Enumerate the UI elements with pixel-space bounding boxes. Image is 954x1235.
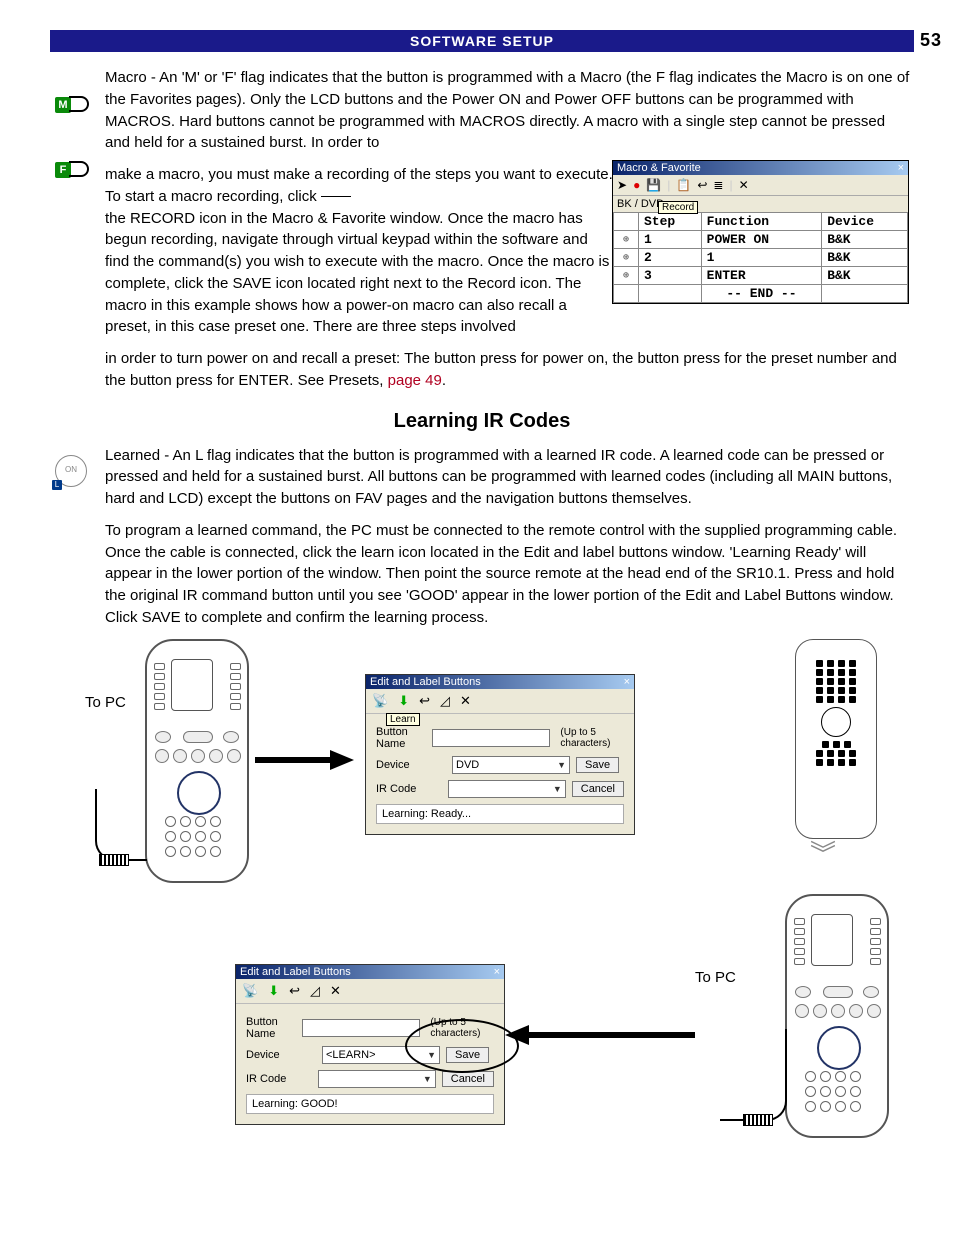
f-flag-icon: F [55,160,95,185]
ir-waves-icon: ︾ [810,834,832,871]
delete-icon[interactable]: ✕ [460,693,471,709]
table-row: ⊕1POWER ONB&K [614,231,908,249]
learn-tooltip: Learn [386,713,420,726]
macro-paragraph-1: Macro - An 'M' or 'F' flag indicates tha… [105,67,914,154]
device-select[interactable]: DVD▼ [452,756,570,774]
macro-paragraph-2a: make a macro, you must make a recording … [105,166,613,205]
cancel-button[interactable]: Cancel [442,1071,494,1087]
page-49-link[interactable]: page 49 [388,372,442,389]
sr-remote-top [145,639,249,883]
button-name-input[interactable] [432,729,550,747]
cable-plug-icon [99,854,129,866]
highlight-circle-icon [405,1019,519,1073]
page-number: 53 [920,30,942,51]
learning-status: Learning: Ready... [376,804,624,824]
copy-icon[interactable]: 📋 [676,178,691,192]
sr-remote-bottom [785,894,889,1138]
close-icon[interactable]: × [898,162,904,174]
table-row: ⊕3ENTERB&K [614,267,908,285]
header-title: SOFTWARE SETUP [410,33,554,49]
callout-line-icon [321,196,351,197]
cancel-button[interactable]: Cancel [572,781,624,797]
paste-icon[interactable]: ↩ [697,178,707,192]
tool-icon[interactable]: ↩ [289,983,300,999]
learned-paragraph-2: To program a learned command, the PC mus… [105,520,914,629]
macro-steps-table: Step Function Device ⊕1POWER ONB&K ⊕21B&… [613,212,908,303]
close-icon[interactable]: × [494,966,500,978]
chevron-down-icon: ▼ [553,784,562,794]
list-icon[interactable]: ≣ [713,178,723,192]
record-tooltip: Record [658,201,698,214]
pointer-icon[interactable]: ➤ [617,178,627,192]
header-bar: SOFTWARE SETUP 53 [50,30,914,52]
tool-icon[interactable]: ↩ [419,693,430,709]
chevron-down-icon: ▼ [557,760,566,770]
chevron-down-icon: ▼ [423,1074,432,1084]
m-flag-icon: M [55,95,95,120]
macro-paragraph-3: in order to turn power on and recall a p… [105,348,914,392]
learned-paragraph-1: Learned - An L flag indicates that the b… [105,445,914,510]
macro-window-toolbar: ➤ ● 💾 | 📋 ↩ ≣ | ✕ [613,175,908,196]
macro-favorite-window: Macro & Favorite × ➤ ● 💾 | 📋 ↩ ≣ | ✕ Rec… [612,160,909,304]
ircode-select[interactable]: ▼ [448,780,566,798]
tool-icon[interactable]: ⬇ [398,693,409,709]
button-name-input[interactable] [302,1019,420,1037]
tool-icon[interactable]: ⬇ [268,983,279,999]
macro-paragraph-2b: the RECORD icon in the Macro & Favorite … [105,210,609,336]
save-button[interactable]: Save [576,757,619,773]
macro-window-titlebar: Macro & Favorite × [613,161,908,175]
tool-icon[interactable]: ◿ [440,693,450,709]
save-icon[interactable]: 💾 [646,178,661,192]
learning-diagram: To PC Edit and Label Buttons× 📡 ⬇ ↩ ◿ ✕ … [105,639,914,1169]
learned-on-icon: ON [55,455,87,487]
arrow-right-icon [330,750,354,770]
table-row: ⊕21B&K [614,249,908,267]
learning-status: Learning: GOOD! [246,1094,494,1114]
table-row: -- END -- [614,285,908,303]
learn-icon[interactable]: 📡 [242,983,258,999]
section-title-learning: Learning IR Codes [50,410,914,433]
record-icon[interactable]: ● [633,178,640,192]
source-remote-top [795,639,877,839]
edit-window-ready: Edit and Label Buttons× 📡 ⬇ ↩ ◿ ✕ Learn … [365,674,635,835]
delete-icon[interactable]: ✕ [330,983,341,999]
tool-icon[interactable]: ◿ [310,983,320,999]
ircode-select[interactable]: ▼ [318,1070,436,1088]
to-pc-label-top: To PC [85,694,126,711]
delete-icon[interactable]: ✕ [739,178,749,192]
close-icon[interactable]: × [624,676,630,688]
to-pc-label-bottom: To PC [695,969,736,986]
cable-plug-icon [743,1114,773,1126]
learn-icon[interactable]: 📡 [372,693,388,709]
